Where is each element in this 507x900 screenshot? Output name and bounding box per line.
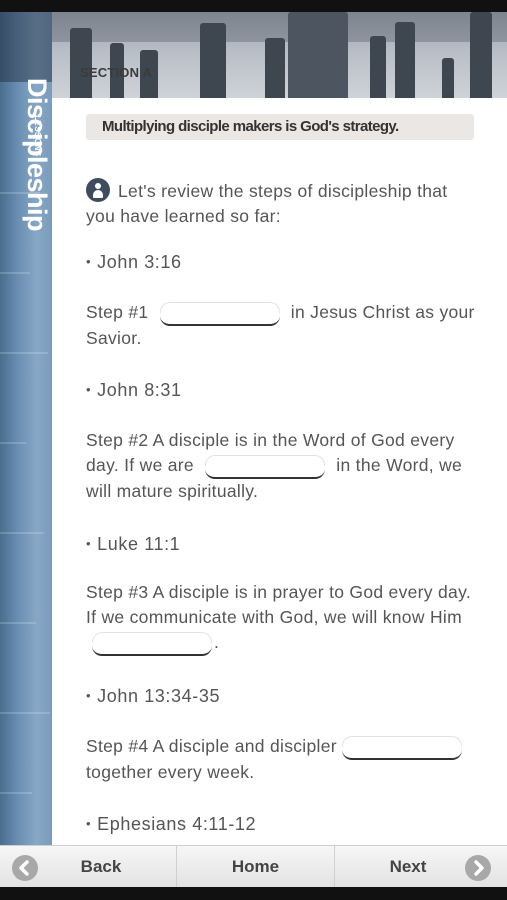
back-arrow-icon — [12, 855, 38, 881]
answer-blank[interactable] — [342, 736, 463, 760]
next-arrow-icon — [465, 855, 491, 881]
home-label: Home — [231, 857, 280, 876]
step-paragraph: Step #1 in Jesus Christ as your Savior. — [86, 302, 475, 348]
sidebar-subtitle: LESSONS — [33, 115, 42, 157]
header-image — [50, 12, 507, 98]
intro-paragraph: Let's review the steps of discipleship t… — [86, 178, 476, 229]
lesson-content[interactable]: Multiplying disciple makers is God's str… — [52, 98, 507, 845]
answer-blank[interactable] — [205, 455, 326, 479]
section-label: SECTION A — [80, 65, 153, 80]
home-button[interactable]: Home — [177, 846, 335, 888]
step-paragraph: Step #2 A disciple is in the Word of God… — [86, 430, 463, 501]
next-label: Next — [389, 857, 427, 876]
bottom-navigation: Back Home Next — [0, 845, 507, 888]
verse-ref: • John 3:16 — [86, 252, 182, 272]
info-person-icon — [86, 178, 110, 202]
sidebar-title: Discipleship — [22, 78, 52, 232]
intro-text: Let's review the steps of discipleship t… — [86, 181, 448, 226]
back-button[interactable]: Back — [0, 846, 177, 888]
verse-ref: • Luke 11:1 — [86, 534, 181, 554]
answer-blank[interactable] — [159, 302, 280, 326]
verse-ref: • John 13:34-35 — [86, 686, 221, 706]
step-paragraph: Step #4 A disciple and discipler togethe… — [86, 734, 476, 785]
answer-blank[interactable] — [92, 632, 212, 656]
step-paragraph: Step #3 A disciple is in prayer to God e… — [86, 580, 476, 656]
next-button[interactable]: Next — [335, 846, 507, 888]
back-label: Back — [80, 857, 122, 876]
subtitle-banner: Multiplying disciple makers is God's str… — [86, 114, 474, 140]
subtitle-text: Multiplying disciple makers is God's str… — [102, 118, 399, 135]
verse-ref: • Ephesians 4:11-12 — [86, 814, 257, 834]
bottom-system-bar — [0, 887, 507, 900]
top-status-bar — [0, 0, 507, 12]
verse-ref: • John 8:31 — [86, 380, 182, 400]
